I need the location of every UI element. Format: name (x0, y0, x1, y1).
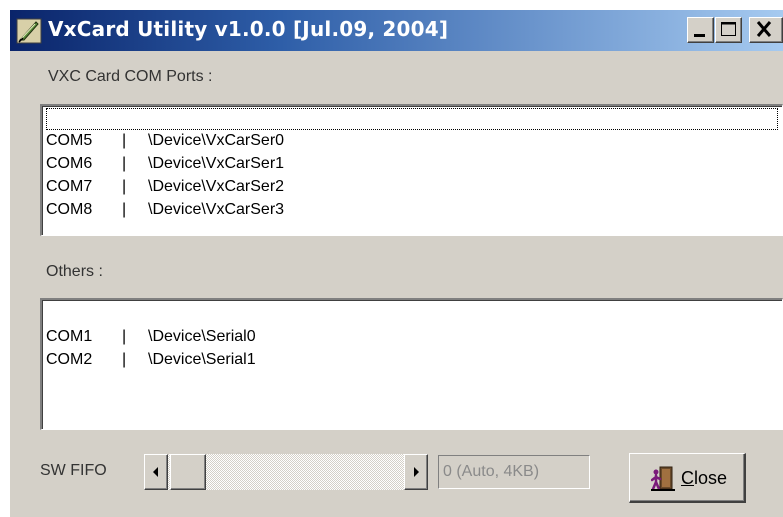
list-item[interactable]: COM2 | \Device\Serial1 (46, 327, 778, 368)
close-icon (756, 21, 772, 37)
app-window: VxCard Utility v1.0.0 [Jul.09, 2004] VXC… (10, 10, 783, 517)
list-item[interactable]: COM1 | \Device\Serial0 (46, 304, 778, 345)
maximize-icon (721, 22, 736, 36)
close-window-button[interactable] (749, 17, 783, 43)
exit-door-icon (650, 466, 675, 497)
list-item[interactable]: COM7 | \Device\VxCarSer2 (46, 154, 778, 195)
list-item[interactable]: COM5 | \Device\VxCarSer0 (46, 108, 778, 149)
sw-fifo-value-field: 0 (Auto, 4KB) (438, 455, 590, 489)
others-label: Others : (46, 263, 103, 280)
close-button-label: Close (681, 468, 728, 488)
minimize-button[interactable] (687, 17, 714, 43)
vxc-ports-listbox[interactable]: COM5 | \Device\VxCarSer0 COM6 | \Device\VxCa… (40, 104, 783, 236)
window-title: VxCard Utility v1.0.0 [Jul.09, 2004] (48, 17, 449, 41)
title-bar[interactable]: VxCard Utility v1.0.0 [Jul.09, 2004] (10, 10, 783, 51)
scroll-right-button[interactable] (404, 454, 428, 490)
sw-fifo-slider-thumb[interactable] (170, 454, 206, 490)
sw-fifo-label: SW FIFO (40, 462, 107, 479)
vxc-ports-label: VXC Card COM Ports : (48, 68, 213, 85)
arrow-left-icon (153, 467, 158, 477)
scroll-left-button[interactable] (144, 454, 168, 490)
others-ports-listbox[interactable]: COM1 | \Device\Serial0 COM2 | \Device\Serial… (40, 298, 783, 430)
feather-pen-icon[interactable] (16, 18, 42, 44)
minimize-icon (694, 34, 705, 37)
sw-fifo-scrollbar[interactable] (144, 454, 428, 490)
maximize-button[interactable] (715, 17, 742, 43)
list-item[interactable]: COM8 | \Device\VxCarSer3 (46, 177, 778, 218)
close-button[interactable]: Close (629, 453, 746, 503)
arrow-right-icon (414, 467, 419, 477)
list-item[interactable]: COM6 | \Device\VxCarSer1 (46, 131, 778, 172)
